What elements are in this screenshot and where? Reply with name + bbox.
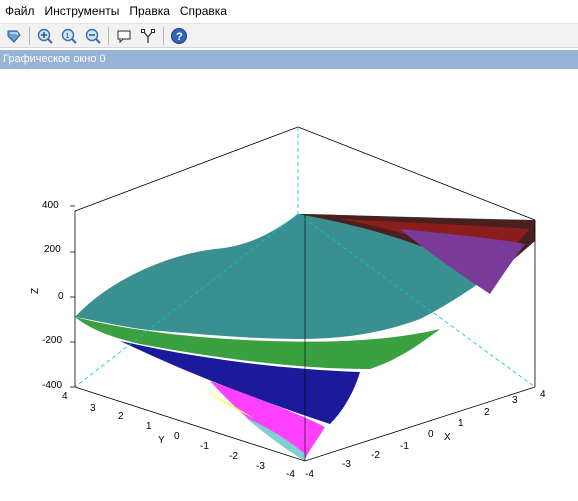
surface-plot: 400 200 0 -200 -400 Z 4 3 2 1 0 -1 -2 -3… [30,126,546,480]
datatip-icon [117,30,131,43]
toolbar-separator [163,26,164,45]
zoom-fit-icon: 1 [61,28,77,44]
plot-canvas[interactable]: 400 200 0 -200 -400 Z 4 3 2 1 0 -1 -2 -3… [0,69,578,498]
x-tick-neg1: -1 [400,441,409,452]
zoom-in-button[interactable] [34,25,56,47]
x-tick-0: 0 [428,429,434,440]
y-tick-1: 1 [146,421,152,432]
y-tick-4: 4 [62,391,68,402]
y-tick-0: 0 [174,431,180,442]
y-tick-2: 2 [118,411,124,422]
x-tick-4: 4 [540,389,546,400]
z-tick-neg400: -400 [42,380,62,391]
toolbar: 1 ? [0,23,578,48]
menu-help[interactable]: Справка [175,0,232,22]
datatip-button[interactable] [113,25,135,47]
toolbar-separator [108,26,109,45]
y-tick-neg2: -2 [229,451,238,462]
rotate-button[interactable] [3,25,25,47]
z-tick-400: 400 [42,200,59,211]
toolbar-separator [29,26,30,45]
z-tick-neg200: -200 [42,335,62,346]
zoom-in-icon [37,28,53,44]
z-axis-label: Z [30,288,41,294]
zoom-fit-button[interactable]: 1 [58,25,80,47]
z-axis: 400 200 0 -200 -400 Z [30,200,75,391]
x-tick-3: 3 [512,395,518,406]
y-tick-3: 3 [90,403,96,414]
graphic-window-title: Графическое окно 0 [0,50,578,69]
x-tick-neg2: -2 [371,450,380,461]
z-tick-200: 200 [44,244,61,255]
zoom-out-button[interactable] [82,25,104,47]
y-tick-neg1: -1 [200,441,209,452]
svg-text:1: 1 [66,33,70,40]
y-tick-neg3: -3 [256,461,265,472]
x-tick-neg4: -4 [305,469,314,480]
help-icon: ? [171,27,187,44]
x-tick-neg3: -3 [342,459,351,470]
svg-text:?: ? [176,31,183,43]
x-axis-label: X [444,432,451,443]
z-tick-0: 0 [58,291,64,302]
x-tick-1: 1 [458,418,464,429]
menu-file[interactable]: Файл [0,0,40,22]
menu-tools[interactable]: Инструменты [40,0,125,22]
y-tick-neg4: -4 [286,469,295,480]
y-axis-label: Y [158,435,165,446]
x-tick-2: 2 [484,407,490,418]
menu-bar: Файл Инструменты Правка Справка [0,0,578,22]
menu-edit[interactable]: Правка [124,0,175,22]
datatip-edit-button[interactable] [137,25,159,47]
zoom-out-icon [85,28,101,44]
rotate-icon [7,30,21,43]
datatip-edit-icon [141,28,155,43]
help-button[interactable]: ? [168,25,190,47]
